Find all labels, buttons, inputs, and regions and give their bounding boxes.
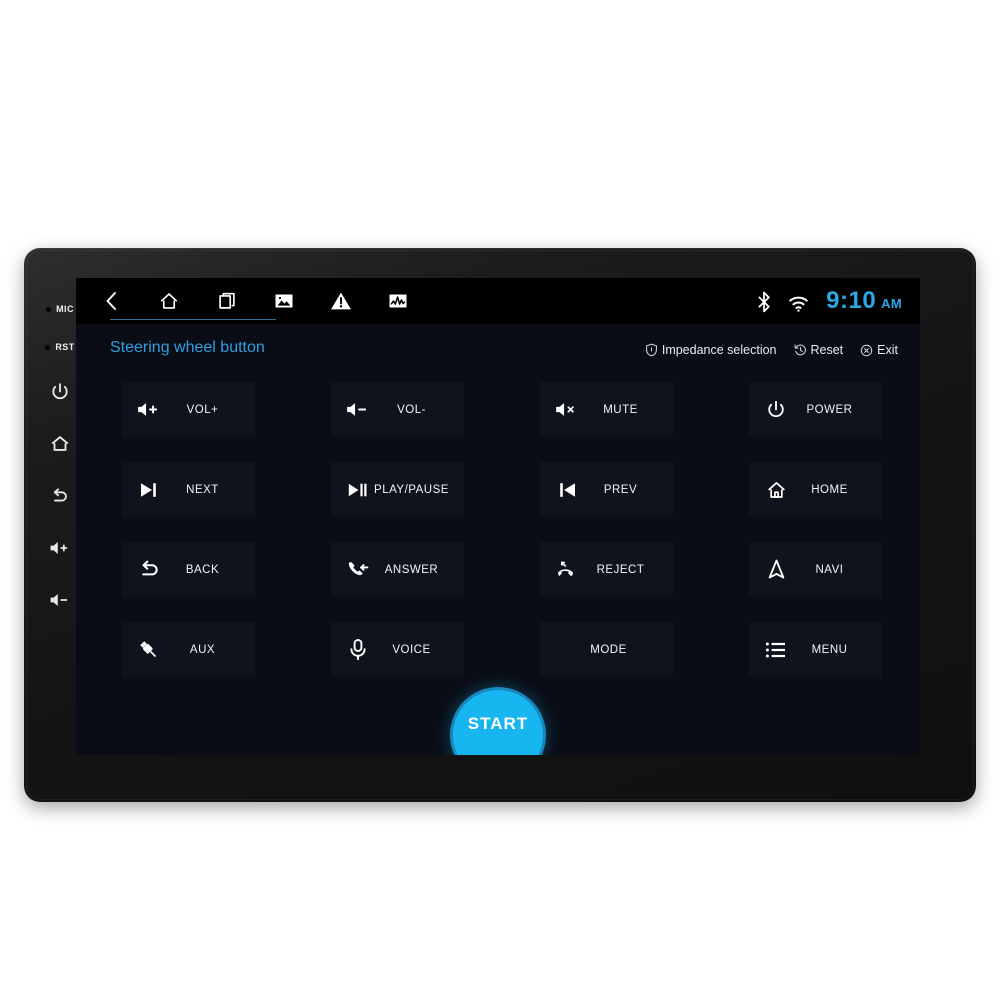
back-arrow-icon [136, 559, 162, 580]
button-label: NEXT [186, 483, 219, 496]
reset-pinhole-icon[interactable] [45, 344, 51, 350]
volume-mute-icon [554, 400, 580, 419]
impedance-selection-button[interactable]: Impedance selection [645, 343, 777, 357]
exit-label: Exit [877, 343, 898, 357]
play-pause-icon [345, 481, 371, 499]
prev-track-icon [554, 481, 580, 499]
button-label: MENU [811, 643, 848, 656]
back-icon[interactable] [102, 290, 122, 312]
impedance-selection-label: Impedance selection [661, 343, 777, 357]
clock-time: 9:10 [826, 287, 877, 314]
page-header: Steering wheel button Impedance selectio… [76, 324, 920, 372]
button-power[interactable]: POWER [749, 382, 882, 437]
wifi-icon[interactable] [788, 295, 810, 313]
button-label: VOL- [397, 403, 426, 416]
button-label: VOL+ [186, 403, 219, 416]
home-icon[interactable] [158, 290, 180, 312]
button-label: REJECT [596, 563, 645, 576]
bezel-mic-label: MIC [56, 304, 74, 314]
back-arrow-icon [49, 485, 71, 507]
button-navi[interactable]: NAVI [749, 542, 882, 597]
power-icon [763, 399, 789, 421]
device-screen: 9:10 AM Steering wheel button Impedance … [76, 278, 920, 755]
equalizer-icon[interactable] [388, 292, 408, 310]
home-outline-icon [763, 479, 789, 501]
warning-icon[interactable] [330, 291, 352, 311]
next-track-icon [136, 481, 162, 499]
status-bar-clock: 9:10 AM [826, 289, 902, 313]
button-menu[interactable]: MENU [749, 622, 882, 677]
button-voice[interactable]: VOICE [331, 622, 464, 677]
reset-label: Reset [810, 343, 844, 357]
phone-reject-icon [554, 560, 580, 580]
button-answer[interactable]: ANSWER [331, 542, 464, 597]
shield-icon [645, 343, 658, 357]
button-next[interactable]: NEXT [122, 462, 255, 517]
button-label: MODE [590, 643, 627, 656]
button-prev[interactable]: PREV [540, 462, 673, 517]
microphone-icon [345, 638, 371, 662]
button-label: BACK [185, 563, 220, 576]
tab-steering-wheel-button[interactable]: Steering wheel button [110, 339, 265, 365]
button-label: NAVI [815, 563, 844, 576]
reset-button[interactable]: Reset [794, 343, 844, 357]
button-mute[interactable]: MUTE [540, 382, 673, 437]
header-actions: Impedance selection Reset Exit [645, 343, 898, 357]
button-reject[interactable]: REJECT [540, 542, 673, 597]
button-label: POWER [806, 403, 853, 416]
status-bar-indicators: 9:10 AM [756, 289, 902, 313]
volume-down-icon [48, 590, 72, 610]
volume-up-icon [136, 400, 162, 419]
button-label: HOME [811, 483, 848, 496]
button-home[interactable]: HOME [749, 462, 882, 517]
tab-active-underline [110, 319, 276, 320]
bluetooth-icon[interactable] [756, 291, 772, 313]
phone-answer-icon [345, 559, 371, 581]
button-label: AUX [189, 643, 216, 656]
history-icon [794, 343, 807, 357]
button-label: ANSWER [384, 563, 439, 576]
status-bar-nav-icons [102, 290, 408, 312]
button-vol-down[interactable]: VOL- [331, 382, 464, 437]
power-icon [49, 381, 71, 403]
status-bar: 9:10 AM [76, 278, 920, 324]
exit-button[interactable]: Exit [860, 343, 898, 357]
steering-wheel-button-grid: VOL+ VOL- MUTE POWER NEXT PLAY/PAUSE PRE… [76, 372, 920, 677]
button-aux[interactable]: AUX [122, 622, 255, 677]
button-back[interactable]: BACK [122, 542, 255, 597]
screenshot-canvas: MIC RST 9:10 AM Steering wheel button Im… [0, 0, 1000, 1000]
button-label: VOICE [392, 643, 431, 656]
list-menu-icon [763, 640, 789, 660]
home-outline-icon [49, 433, 71, 455]
navigation-icon [763, 558, 789, 581]
volume-down-icon [345, 400, 371, 419]
recents-icon[interactable] [216, 290, 238, 312]
button-label: PLAY/PAUSE [374, 483, 449, 496]
close-circle-icon [860, 344, 873, 357]
volume-up-icon [48, 538, 72, 558]
button-label: MUTE [603, 403, 638, 416]
button-vol-up[interactable]: VOL+ [122, 382, 255, 437]
aux-plug-icon [136, 638, 162, 662]
clock-ampm: AM [881, 296, 902, 311]
bezel-reset-label: RST [55, 342, 75, 352]
button-play-pause[interactable]: PLAY/PAUSE [331, 462, 464, 517]
start-button[interactable]: START [450, 687, 546, 755]
button-mode[interactable]: MODE [540, 622, 673, 677]
mic-pinhole-icon [46, 306, 52, 312]
button-label: PREV [603, 483, 638, 496]
gallery-icon[interactable] [274, 292, 294, 310]
